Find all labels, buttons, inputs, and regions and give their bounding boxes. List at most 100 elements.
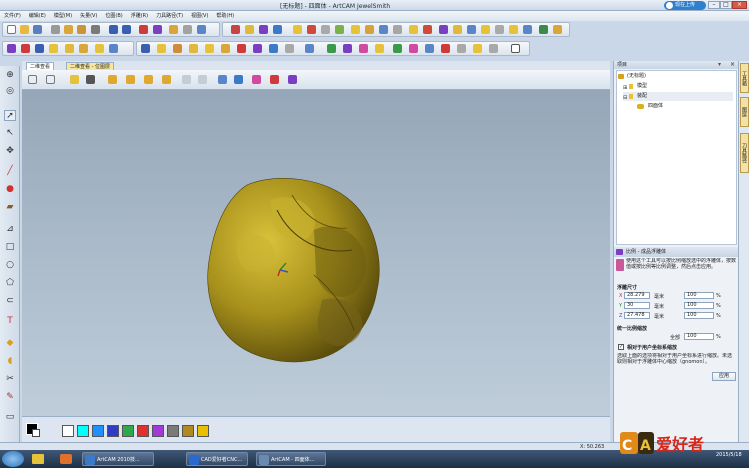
line-icon[interactable]: ╱ bbox=[4, 166, 16, 177]
secondary-color-swatch[interactable] bbox=[32, 429, 40, 437]
color-swatch[interactable] bbox=[77, 425, 89, 437]
size-x-input[interactable]: 28.279 bbox=[624, 292, 650, 299]
model-tool-15-icon[interactable] bbox=[375, 44, 384, 53]
view-left-icon[interactable] bbox=[182, 75, 191, 84]
pencil-icon[interactable]: ✎ bbox=[4, 392, 16, 403]
tree-item-assembly[interactable]: ⊟ 装配 bbox=[623, 92, 733, 101]
color-swatch[interactable] bbox=[167, 425, 179, 437]
task-artcam-browser[interactable]: ArtCAM 2010技... bbox=[82, 452, 154, 466]
collapse-icon[interactable]: ⊟ bbox=[623, 94, 627, 103]
tree-item-tetrahedron[interactable]: 四面体 bbox=[637, 102, 663, 111]
model-tool-6-icon[interactable] bbox=[221, 44, 230, 53]
rectangle-icon[interactable]: □ bbox=[4, 242, 16, 253]
menu-relief[interactable]: 浮雕(R) bbox=[127, 11, 152, 20]
relief-tool-13-icon[interactable] bbox=[409, 25, 418, 34]
relief-tool-5-icon[interactable] bbox=[293, 25, 302, 34]
relief-tool-19-icon[interactable] bbox=[495, 25, 504, 34]
text-icon[interactable]: T bbox=[4, 316, 16, 327]
size-y-input[interactable]: 30 bbox=[624, 302, 650, 309]
model-tool-10-icon[interactable] bbox=[285, 44, 294, 53]
vector-tool-7-icon[interactable] bbox=[95, 44, 104, 53]
relief-tool-16-icon[interactable] bbox=[453, 25, 462, 34]
new-icon[interactable] bbox=[7, 25, 16, 34]
shade-tool-icon[interactable] bbox=[234, 75, 243, 84]
media-player-icon[interactable] bbox=[60, 454, 72, 464]
menu-file[interactable]: 文件(F) bbox=[0, 11, 25, 20]
fill-icon[interactable]: ◆ bbox=[4, 338, 16, 349]
task-cad-forum[interactable]: CAD爱好者CNC... bbox=[186, 452, 248, 466]
view-axes-icon[interactable] bbox=[126, 75, 135, 84]
model-tool-22-icon[interactable] bbox=[489, 44, 498, 53]
model-tool-14-icon[interactable] bbox=[359, 44, 368, 53]
circle-icon[interactable]: ○ bbox=[4, 260, 16, 271]
relief-tool-8-icon[interactable] bbox=[335, 25, 344, 34]
material-icon[interactable] bbox=[270, 75, 279, 84]
model-tool-5-icon[interactable] bbox=[205, 44, 214, 53]
light-icon[interactable] bbox=[70, 75, 79, 84]
cut-icon[interactable] bbox=[51, 25, 60, 34]
render-icon[interactable] bbox=[288, 75, 297, 84]
measure-icon[interactable] bbox=[197, 25, 206, 34]
model-tool-8-icon[interactable] bbox=[253, 44, 262, 53]
color-swatch[interactable] bbox=[92, 425, 104, 437]
delete-icon[interactable] bbox=[91, 25, 100, 34]
model-tool-3-icon[interactable] bbox=[173, 44, 182, 53]
model-tool-19-icon[interactable] bbox=[441, 44, 450, 53]
view-iso-icon[interactable] bbox=[108, 75, 117, 84]
select-icon[interactable]: ➚ bbox=[4, 110, 16, 121]
relief-tool-1-icon[interactable] bbox=[231, 25, 240, 34]
pct-x-input[interactable]: 100 bbox=[684, 292, 714, 299]
vector-tool-8-icon[interactable] bbox=[109, 44, 118, 53]
task-artcam-app[interactable]: ArtCAM - 四面体... bbox=[256, 452, 326, 466]
eraser-icon[interactable]: ▭ bbox=[4, 412, 16, 423]
print-icon[interactable] bbox=[139, 25, 148, 34]
relief-tool-21-icon[interactable] bbox=[523, 25, 532, 34]
vector-tool-1-icon[interactable] bbox=[7, 44, 16, 53]
tree-item-root[interactable]: (无标题) bbox=[617, 72, 646, 81]
menu-toolpath[interactable]: 刀具路径(T) bbox=[152, 11, 187, 20]
menu-bitmap[interactable]: 位图(B) bbox=[101, 11, 126, 20]
vector-tool-5-icon[interactable] bbox=[65, 44, 74, 53]
vector-tool-6-icon[interactable] bbox=[79, 44, 88, 53]
vector-tool-4-icon[interactable] bbox=[49, 44, 58, 53]
star-icon[interactable] bbox=[35, 44, 44, 53]
node-edit-icon[interactable]: ↖ bbox=[4, 128, 16, 139]
pan-icon[interactable]: ◎ bbox=[4, 86, 16, 97]
menu-vector[interactable]: 矢量(V) bbox=[76, 11, 101, 20]
maximize-button[interactable]: □ bbox=[720, 1, 732, 9]
model-tool-4-icon[interactable] bbox=[189, 44, 198, 53]
relief-tool-9-icon[interactable] bbox=[351, 25, 360, 34]
redo-icon[interactable] bbox=[122, 25, 131, 34]
menu-edit[interactable]: 编辑(E) bbox=[25, 11, 50, 20]
tree-item-model[interactable]: ⊞ 模型 bbox=[623, 82, 647, 91]
relief-tool-2-icon[interactable] bbox=[245, 25, 254, 34]
close-button[interactable]: × bbox=[732, 1, 747, 9]
apply-button[interactable]: 应用 bbox=[712, 372, 736, 381]
settings-icon[interactable] bbox=[183, 25, 192, 34]
menu-model[interactable]: 模型(M) bbox=[50, 11, 76, 20]
color-swatch[interactable] bbox=[122, 425, 134, 437]
view-right-icon[interactable] bbox=[198, 75, 207, 84]
pct-y-input[interactable]: 100 bbox=[684, 302, 714, 309]
panel-close-icon[interactable]: × bbox=[730, 61, 735, 68]
model-tool-11-icon[interactable] bbox=[305, 44, 314, 53]
pin-icon[interactable]: ▾ bbox=[718, 61, 721, 68]
view-side-icon[interactable] bbox=[162, 75, 171, 84]
start-button[interactable] bbox=[2, 451, 24, 467]
side-tab-toolpaths[interactable]: 刀具路径 bbox=[740, 133, 749, 173]
menu-view[interactable]: 视图(V) bbox=[187, 11, 212, 20]
upload-button[interactable]: 现在上传 bbox=[664, 1, 706, 10]
model-tool-18-icon[interactable] bbox=[425, 44, 434, 53]
layer-icon[interactable] bbox=[153, 25, 162, 34]
relief-tool-18-icon[interactable] bbox=[481, 25, 490, 34]
paint-icon[interactable]: ● bbox=[4, 184, 16, 195]
relative-ucs-checkbox[interactable]: ✓ bbox=[618, 344, 624, 350]
pct-z-input[interactable]: 100 bbox=[684, 312, 714, 319]
undo-icon[interactable] bbox=[109, 25, 118, 34]
relief-tool-7-icon[interactable] bbox=[321, 25, 330, 34]
3d-viewport[interactable] bbox=[22, 90, 610, 416]
model-tool-20-icon[interactable] bbox=[457, 44, 466, 53]
relief-tool-3-icon[interactable] bbox=[259, 25, 268, 34]
tab-2d-view[interactable]: 二维查看 bbox=[26, 62, 55, 70]
relief-tool-12-icon[interactable] bbox=[393, 25, 402, 34]
